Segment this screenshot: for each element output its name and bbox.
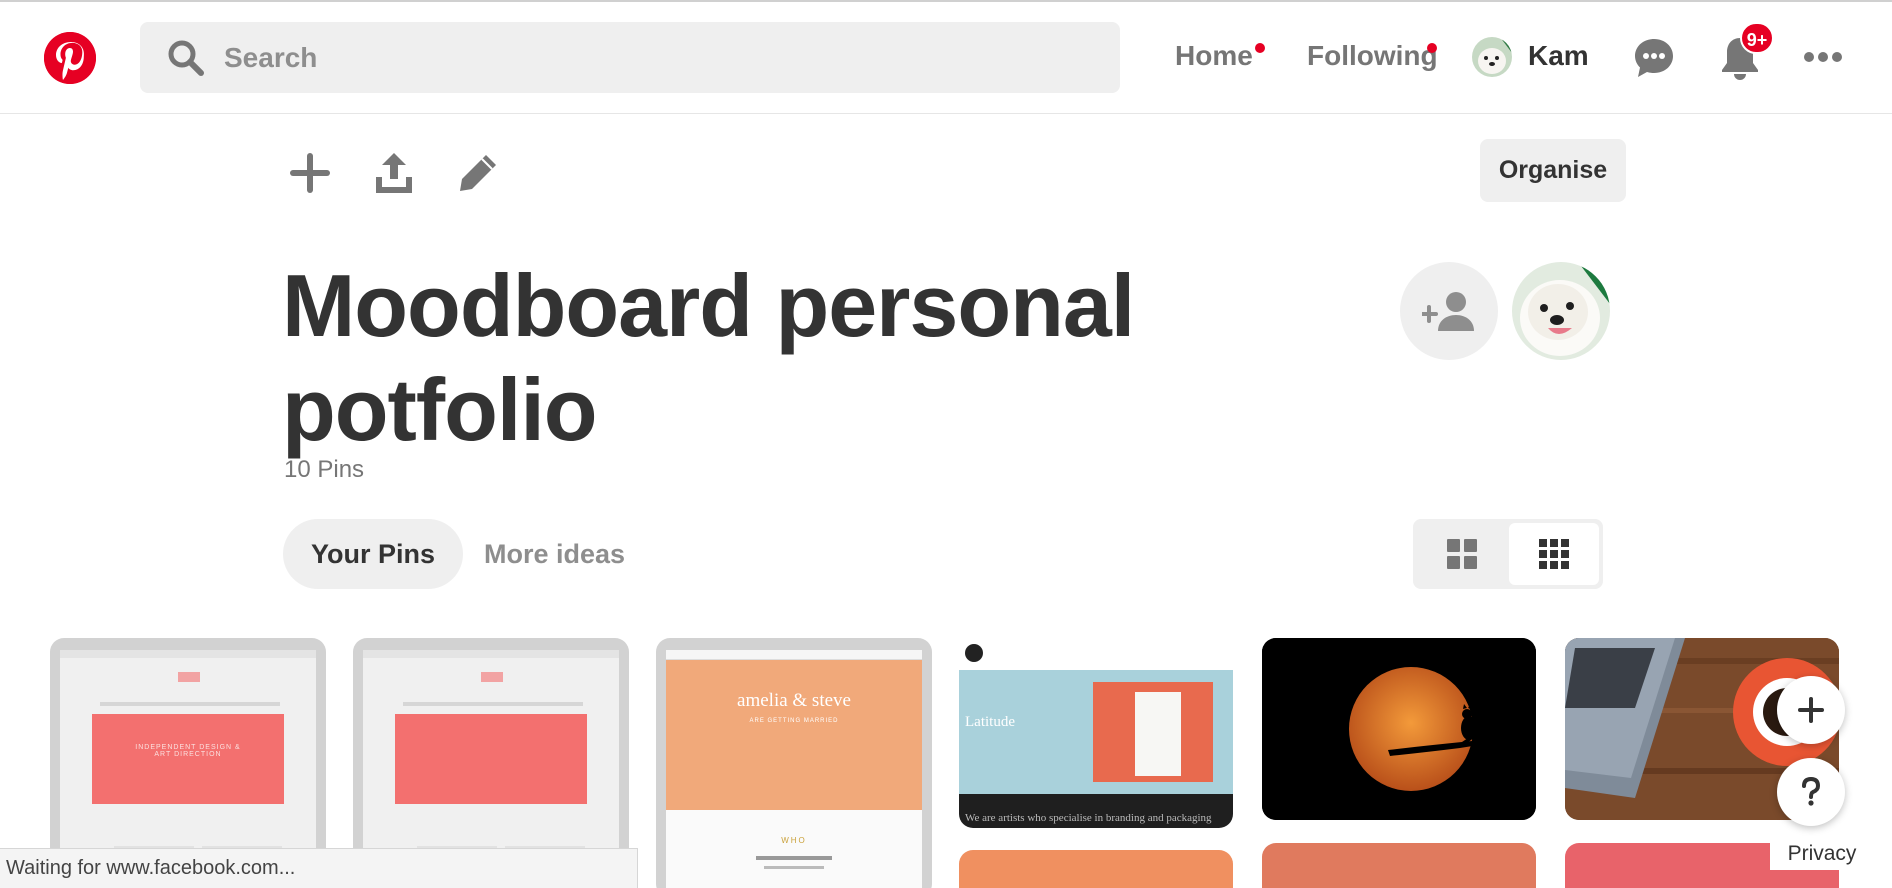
pin-mock-title: Latitude (965, 714, 1015, 730)
pin-mock-section: WHO (781, 836, 807, 845)
pin-image: amelia & steve ARE GETTING MARRIED WHO (666, 650, 922, 888)
board-title: Moodboard personal potfolio (282, 256, 1135, 459)
pin-image: Latitude We are artists who specialise i… (959, 638, 1233, 828)
large-grid-icon (1447, 539, 1477, 569)
grid-view-toggle (1413, 519, 1603, 589)
pin-mock-subheading: ART DIRECTION (154, 751, 222, 758)
share-upload-icon[interactable] (369, 150, 419, 196)
pin-mock-caption: We are artists who specialise in brandin… (959, 794, 1233, 828)
pin-card[interactable]: Latitude We are artists who specialise i… (959, 638, 1233, 828)
large-grid-view-button[interactable] (1417, 523, 1507, 585)
plus-icon (1798, 697, 1824, 723)
user-profile-link[interactable]: Kam (1528, 40, 1589, 72)
nav-following-link[interactable]: Following (1307, 40, 1438, 72)
pin-card[interactable] (1262, 843, 1536, 888)
organise-button[interactable]: Organise (1480, 139, 1626, 202)
notification-count-badge: 9+ (1740, 22, 1774, 54)
question-mark-icon (1802, 777, 1821, 806)
pin-mock-heading: INDEPENDENT DESIGN & (135, 744, 241, 751)
pinterest-logo-icon[interactable] (44, 32, 96, 84)
home-notification-dot (1255, 43, 1265, 53)
add-pin-icon[interactable] (285, 150, 335, 196)
privacy-link[interactable]: Privacy (1770, 838, 1874, 870)
pin-count: 10 Pins (284, 456, 365, 483)
nav-home-link[interactable]: Home (1175, 40, 1253, 72)
pin-card[interactable]: amelia & steve ARE GETTING MARRIED WHO (656, 638, 932, 888)
small-grid-view-button[interactable] (1509, 523, 1599, 585)
pin-card[interactable] (959, 850, 1233, 888)
top-navigation-bar: Home Following Kam 9+ (0, 0, 1892, 114)
search-icon (168, 40, 204, 76)
more-options-icon[interactable] (1802, 50, 1844, 64)
search-bar[interactable] (140, 22, 1120, 93)
user-avatar[interactable] (1472, 37, 1512, 77)
pin-card[interactable] (1262, 638, 1536, 820)
add-person-icon (1422, 292, 1474, 331)
moon-cat-pin-image (1262, 638, 1536, 820)
messages-icon[interactable] (1632, 36, 1676, 80)
browser-status-bar: Waiting for www.facebook.com... (0, 848, 638, 888)
board-owner-avatar[interactable] (1512, 262, 1610, 360)
search-input[interactable] (224, 41, 1084, 74)
following-notification-dot (1427, 43, 1437, 53)
pin-mock-subtitle: ARE GETTING MARRIED (749, 718, 839, 724)
tab-more-ideas[interactable]: More ideas (456, 519, 653, 589)
pin-mock-title: amelia & steve (737, 690, 851, 711)
invite-collaborator-button[interactable] (1400, 262, 1498, 360)
small-grid-icon (1539, 539, 1569, 569)
create-fab-button[interactable] (1777, 676, 1845, 744)
edit-pencil-icon[interactable] (453, 150, 503, 196)
help-fab-button[interactable] (1777, 758, 1845, 826)
tab-your-pins[interactable]: Your Pins (283, 519, 464, 589)
